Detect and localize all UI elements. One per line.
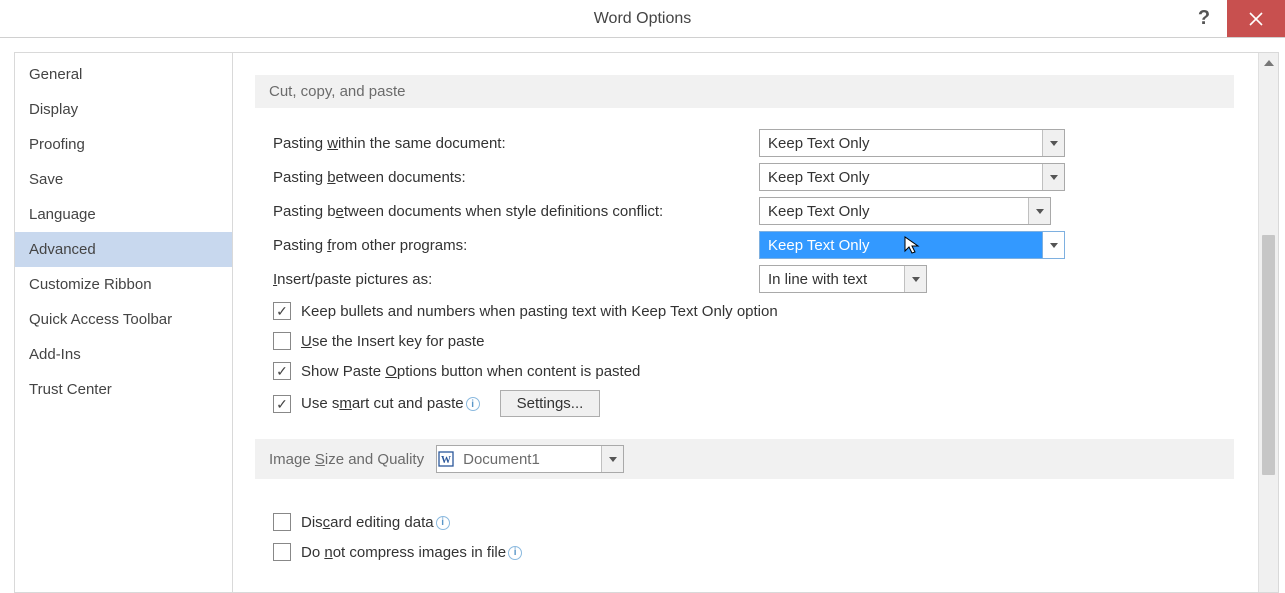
- close-button[interactable]: [1227, 0, 1285, 37]
- paste-between-conflict-value: Keep Text Only: [760, 203, 1028, 220]
- discard-editing-checkbox[interactable]: [273, 513, 291, 531]
- info-icon[interactable]: i: [466, 397, 480, 411]
- sidebar-item-quick-access-toolbar[interactable]: Quick Access Toolbar: [15, 302, 232, 337]
- image-quality-document-combo[interactable]: W Document1: [436, 445, 624, 473]
- chevron-down-icon: [904, 266, 926, 292]
- paste-between-label: Pasting between documents:: [273, 169, 759, 186]
- insert-pictures-combo[interactable]: In line with text: [759, 265, 927, 293]
- category-sidebar: General Display Proofing Save Language A…: [14, 52, 232, 593]
- sidebar-item-display[interactable]: Display: [15, 92, 232, 127]
- discard-editing-label: Discard editing datai: [301, 514, 450, 531]
- show-paste-options-label: Show Paste Options button when content i…: [301, 363, 640, 380]
- paste-within-label: Pasting within the same document:: [273, 135, 759, 152]
- sidebar-item-language[interactable]: Language: [15, 197, 232, 232]
- do-not-compress-checkbox[interactable]: [273, 543, 291, 561]
- section-image-size-quality: Image Size and Quality W Document1: [255, 439, 1234, 479]
- smart-cut-settings-button[interactable]: Settings...: [500, 390, 601, 417]
- show-paste-options-checkbox[interactable]: [273, 362, 291, 380]
- window-title: Word Options: [594, 10, 692, 28]
- image-size-quality-title: Image Size and Quality: [269, 451, 424, 468]
- sidebar-item-customize-ribbon[interactable]: Customize Ribbon: [15, 267, 232, 302]
- paste-other-value: Keep Text Only: [760, 237, 1042, 254]
- paste-other-combo[interactable]: Keep Text Only: [759, 231, 1065, 259]
- use-insert-key-label: Use the Insert key for paste: [301, 333, 484, 350]
- paste-other-label: Pasting from other programs:: [273, 237, 759, 254]
- use-smart-cut-checkbox[interactable]: [273, 395, 291, 413]
- use-smart-cut-label: Use smart cut and pastei: [301, 395, 480, 412]
- close-icon: [1249, 12, 1263, 26]
- chevron-down-icon: [1028, 198, 1050, 224]
- keep-bullets-label: Keep bullets and numbers when pasting te…: [301, 303, 778, 320]
- paste-within-combo[interactable]: Keep Text Only: [759, 129, 1065, 157]
- sidebar-item-trust-center[interactable]: Trust Center: [15, 372, 232, 407]
- sidebar-item-general[interactable]: General: [15, 57, 232, 92]
- sidebar-item-advanced[interactable]: Advanced: [15, 232, 232, 267]
- help-button[interactable]: ?: [1181, 0, 1227, 37]
- info-icon[interactable]: i: [436, 516, 450, 530]
- sidebar-item-add-ins[interactable]: Add-Ins: [15, 337, 232, 372]
- paste-between-combo[interactable]: Keep Text Only: [759, 163, 1065, 191]
- chevron-down-icon: [601, 446, 623, 472]
- insert-pictures-label: Insert/paste pictures as:: [273, 271, 759, 288]
- paste-between-conflict-combo[interactable]: Keep Text Only: [759, 197, 1051, 225]
- section-cut-copy-paste: Cut, copy, and paste: [255, 75, 1234, 108]
- chevron-down-icon: [1042, 232, 1064, 258]
- insert-pictures-value: In line with text: [760, 271, 904, 288]
- paste-between-conflict-label: Pasting between documents when style def…: [273, 203, 759, 220]
- paste-within-value: Keep Text Only: [760, 135, 1042, 152]
- image-quality-document-value: Document1: [455, 451, 601, 468]
- options-panel: Cut, copy, and paste Pasting within the …: [233, 53, 1258, 592]
- do-not-compress-label: Do not compress images in filei: [301, 544, 522, 561]
- scroll-thumb[interactable]: [1262, 235, 1275, 475]
- sidebar-item-save[interactable]: Save: [15, 162, 232, 197]
- svg-text:W: W: [441, 455, 451, 466]
- vertical-scrollbar[interactable]: [1258, 53, 1278, 592]
- title-bar: Word Options ?: [0, 0, 1285, 38]
- sidebar-item-proofing[interactable]: Proofing: [15, 127, 232, 162]
- scroll-up-button[interactable]: [1259, 53, 1278, 73]
- chevron-down-icon: [1042, 164, 1064, 190]
- info-icon[interactable]: i: [508, 546, 522, 560]
- use-insert-key-checkbox[interactable]: [273, 332, 291, 350]
- chevron-down-icon: [1042, 130, 1064, 156]
- word-document-icon: W: [437, 450, 455, 468]
- keep-bullets-checkbox[interactable]: [273, 302, 291, 320]
- paste-between-value: Keep Text Only: [760, 169, 1042, 186]
